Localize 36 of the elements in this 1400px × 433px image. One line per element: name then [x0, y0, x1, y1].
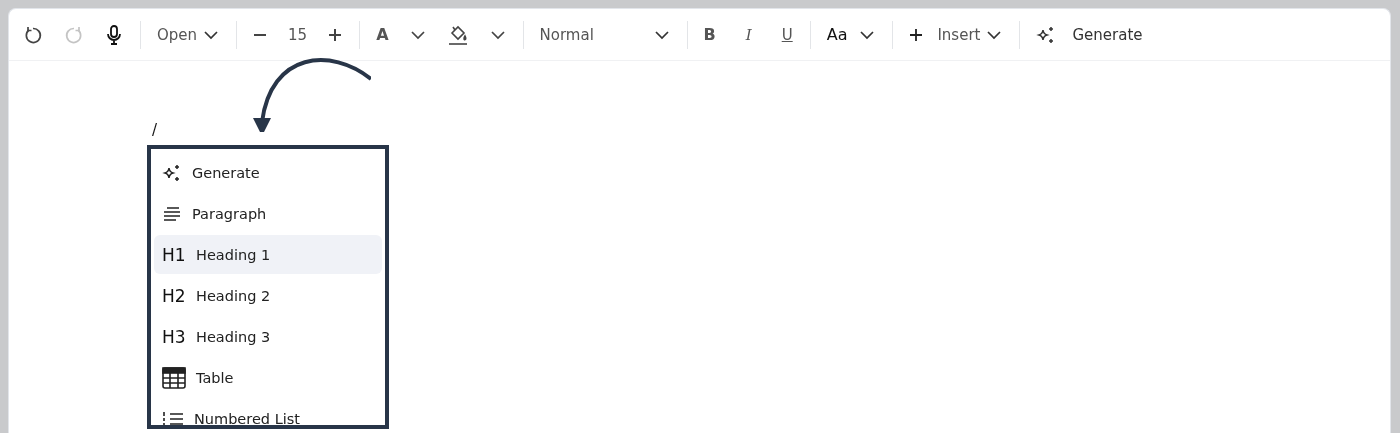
menu-item[interactable]: Table — [154, 358, 382, 397]
caret-icon[interactable] — [489, 29, 506, 40]
caret-icon[interactable] — [409, 29, 426, 40]
menu-item[interactable]: H1 Heading 1 — [154, 235, 382, 274]
paint-bucket-icon[interactable] — [446, 23, 469, 46]
generate-button[interactable]: Generate — [1036, 24, 1143, 45]
insert-dropdown[interactable]: Insert — [909, 25, 1003, 44]
heading-icon: H2 — [162, 285, 186, 306]
heading-icon: H1 — [162, 244, 186, 265]
plus-icon — [909, 27, 924, 42]
caret-icon — [986, 29, 1003, 40]
caret-icon — [653, 29, 670, 40]
menu-item[interactable]: Paragraph — [154, 194, 382, 233]
bold-button[interactable]: B — [703, 25, 716, 44]
text-case-dropdown[interactable]: Aa — [826, 25, 876, 44]
font-color-button[interactable]: A — [376, 25, 389, 44]
menu-item[interactable]: H2 Heading 2 — [154, 276, 382, 315]
italic-button[interactable]: I — [745, 25, 752, 44]
typed-slash: / — [152, 121, 158, 139]
paragraph-icon — [162, 205, 182, 222]
menu-item[interactable]: Generate — [154, 153, 382, 192]
plus-icon[interactable] — [328, 27, 343, 42]
undo-icon[interactable] — [23, 24, 43, 45]
caret-icon — [203, 29, 220, 40]
font-family-dropdown[interactable]: Open — [157, 25, 220, 44]
sparkle-icon — [162, 162, 182, 183]
caret-icon — [859, 29, 876, 40]
table-icon — [162, 366, 186, 389]
menu-item[interactable]: Numbered List — [154, 399, 382, 425]
menu-item[interactable]: H3 Heading 3 — [154, 317, 382, 356]
microphone-icon[interactable] — [105, 24, 123, 45]
numbered-list-icon — [162, 410, 184, 425]
underline-button[interactable]: U — [781, 25, 793, 44]
block-style-dropdown[interactable]: Normal — [539, 25, 670, 44]
heading-icon: H3 — [162, 326, 186, 347]
font-size-value[interactable]: 15 — [288, 25, 308, 44]
